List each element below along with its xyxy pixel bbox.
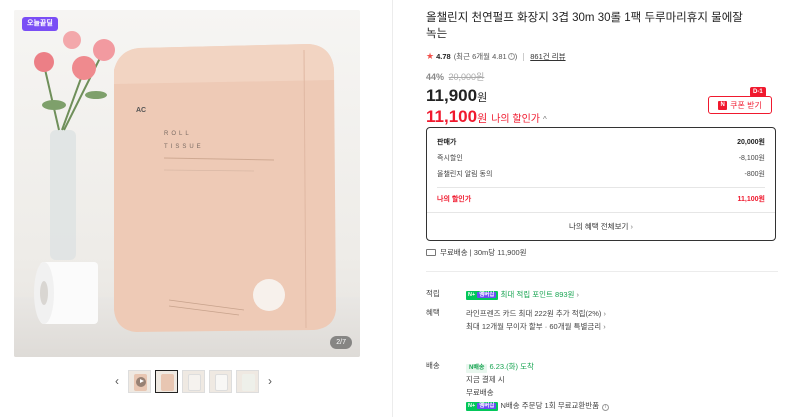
benefits-label: 혜택 <box>426 308 440 317</box>
sale-price: 11,900 <box>426 86 478 105</box>
delivery-value: N배송 6.23.(화) 도착 지금 결제 시 무료배송 N+ 멤버십 N배송 주… <box>466 360 766 412</box>
points-value[interactable]: N+ 멤버십 최대 적립 포인트 893원 › <box>466 288 766 301</box>
thumbnail-image <box>242 373 255 391</box>
benefit-card: 라인프렌즈 카드 최대 222원 추가 적립(2%) <box>466 309 602 318</box>
thumbnail-pack-front[interactable] <box>155 369 178 393</box>
benefits-value[interactable]: 라인프렌즈 카드 최대 222원 추가 적립(2%) › 최대 12개월 무이자… <box>466 307 766 333</box>
package-text-tissue: TISSUE <box>164 144 204 150</box>
free-return-text: N배송 주문당 1회 무료교환반품 <box>500 401 600 410</box>
badge-plus-text: 멤버십 <box>477 291 497 298</box>
info-icon[interactable]: i <box>507 53 515 60</box>
breakdown-value: 20,000원 <box>737 139 765 146</box>
recent-rating-close: ) <box>514 52 518 61</box>
section-divider <box>426 271 778 272</box>
package-text-roll: ROLL <box>164 131 192 137</box>
original-price: 20,000원 <box>448 72 485 82</box>
shipping-summary: 무료배송 | 30m당 11,900원 <box>440 248 527 257</box>
sale-price-unit: 원 <box>477 92 488 104</box>
breakdown-label: 즉시할인 <box>437 155 463 162</box>
chevron-up-icon[interactable]: ^ <box>543 115 547 124</box>
npay-membership-badge: N+ 멤버십 <box>466 401 499 411</box>
chevron-right-icon: › <box>603 322 606 331</box>
thumbnail-strip: ‹ › <box>110 369 277 393</box>
thumbnail-image <box>215 373 228 391</box>
chevron-right-icon: › <box>603 309 606 318</box>
delivery-condition: 지금 결제 시 <box>466 375 505 384</box>
product-photo: AC ROLL TISSUE <box>34 31 336 332</box>
delivery-label: 배송 <box>426 361 440 370</box>
view-all-benefits-label: 나의 혜택 전체보기 <box>569 222 629 231</box>
breakdown-row-notify-discount: 올챌린지 알림 동의 -800원 <box>437 169 765 185</box>
npay-membership-badge: N+ 멤버십 <box>466 290 499 300</box>
recent-rating: (최근 6개월 4.81 <box>453 52 507 61</box>
delivery-eta: 6.23.(화) 도착 <box>489 362 534 371</box>
price-breakdown: 판매가 20,000원 즉시할인 -8,100원 올챌린지 알림 동의 -800… <box>426 127 776 241</box>
badge-n-text: N+ <box>468 402 476 409</box>
discount-rate: 44% <box>426 72 445 82</box>
my-discount-unit: 원 <box>477 113 488 125</box>
coupon-button[interactable]: N 쿠폰 받기 <box>708 96 772 114</box>
badge-plus-text: 멤버십 <box>477 402 497 409</box>
breakdown-row-total: 나의 할인가 11,100원 <box>437 194 765 210</box>
n-delivery-badge: N배송 <box>466 364 488 373</box>
chevron-right-icon: › <box>630 222 633 231</box>
column-divider <box>392 0 393 417</box>
breakdown-row-list-price: 판매가 20,000원 <box>437 137 765 153</box>
view-all-benefits-button[interactable]: 나의 혜택 전체보기 › <box>427 212 775 240</box>
star-icon: ★ <box>426 51 435 61</box>
breakdown-value: -8,100원 <box>738 155 765 162</box>
thumbnail-image <box>161 373 174 391</box>
points-label: 적립 <box>426 289 440 298</box>
image-counter: 2/7 <box>330 336 352 349</box>
package-mark: AC <box>136 107 146 114</box>
coupon-n-icon: N <box>718 100 728 110</box>
thumbnail-pack-side[interactable] <box>236 369 259 393</box>
delivery-fee: 무료배송 <box>466 388 494 397</box>
breakdown-label: 판매가 <box>437 139 457 146</box>
review-count-link[interactable]: 861건 리뷰 <box>530 51 565 62</box>
thumbnail-roll-detail[interactable] <box>209 369 232 393</box>
my-discount-label: 나의 할인가 <box>491 114 540 125</box>
product-main-image[interactable]: AC ROLL TISSUE 오늘끝딜 2/7 <box>14 10 360 357</box>
rating-score: 4.78 <box>436 52 451 61</box>
thumbnail-image <box>188 373 201 391</box>
my-discount-price: 11,100 <box>426 107 478 126</box>
breakdown-row-instant-discount: 즉시할인 -8,100원 <box>437 153 765 169</box>
thumbnail-video[interactable] <box>128 369 151 393</box>
points-text: 최대 적립 포인트 893원 <box>500 290 575 299</box>
coupon-label: 쿠폰 받기 <box>730 100 762 110</box>
thumb-next-chevron-icon[interactable]: › <box>263 370 277 393</box>
shipping-summary-row: 무료배송 | 30m당 11,900원 <box>426 247 527 258</box>
rating-row: ★ 4.78 (최근 6개월 4.81 i) 861건 리뷰 <box>426 51 778 62</box>
info-icon[interactable]: i <box>602 404 610 411</box>
badge-n-text: N+ <box>468 291 476 298</box>
breakdown-divider <box>437 187 765 188</box>
rating-separator <box>523 52 525 61</box>
thumbnail-roll-pair[interactable] <box>182 369 205 393</box>
breakdown-value: -800원 <box>744 171 765 178</box>
chevron-right-icon: › <box>576 290 580 299</box>
thumb-prev-chevron-icon[interactable]: ‹ <box>110 370 124 393</box>
today-deal-badge: 오늘끝딜 <box>22 17 58 31</box>
discount-row: 44% 20,000원 <box>426 70 778 83</box>
play-icon <box>136 376 146 387</box>
truck-icon <box>426 249 436 256</box>
breakdown-label: 올챌린지 알림 동의 <box>437 171 493 178</box>
benefit-installment: 최대 12개월 무이자 할부 · 60개월 특별금리 <box>466 322 602 331</box>
breakdown-total-label: 나의 할인가 <box>437 196 472 203</box>
breakdown-total-value: 11,100원 <box>737 196 765 203</box>
product-title: 올챌린지 천연펄프 화장지 3겹 30m 30롤 1팩 두루마리휴지 물에잘녹는 <box>426 12 743 40</box>
